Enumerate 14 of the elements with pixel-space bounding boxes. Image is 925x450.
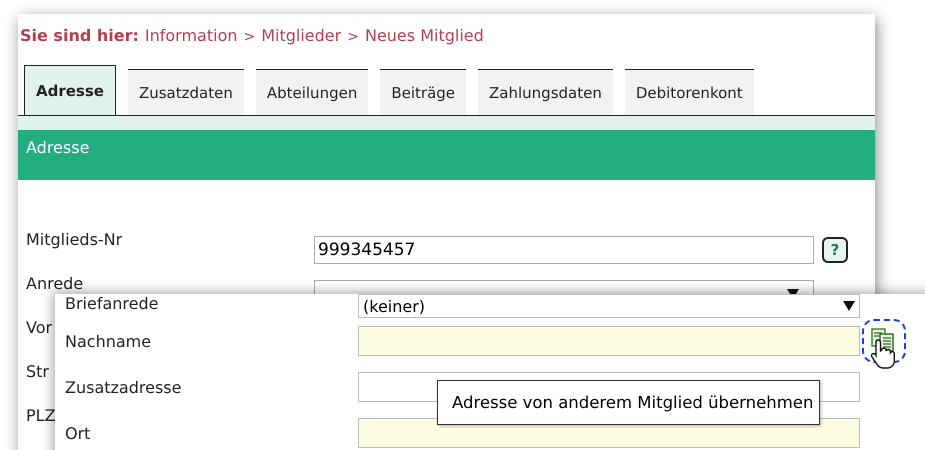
field-label: Vor	[26, 318, 52, 337]
field-label: Briefanrede	[65, 294, 158, 313]
breadcrumb-separator: >	[347, 29, 359, 45]
field-label: Mitglieds-Nr	[26, 230, 122, 249]
field-label: Str	[26, 362, 50, 381]
field-label: PLZ	[26, 406, 56, 425]
field-label: Ort	[65, 424, 90, 442]
tooltip: Adresse von anderem Mitglied übernehmen	[437, 380, 820, 425]
breadcrumb-label: Sie sind hier:	[20, 26, 139, 45]
breadcrumb-separator: >	[244, 29, 256, 45]
field-label: Nachname	[65, 332, 152, 350]
field-label: Zusatzadresse	[65, 378, 182, 396]
section-header: Adresse	[18, 130, 875, 180]
field-label: Anrede	[26, 274, 84, 293]
